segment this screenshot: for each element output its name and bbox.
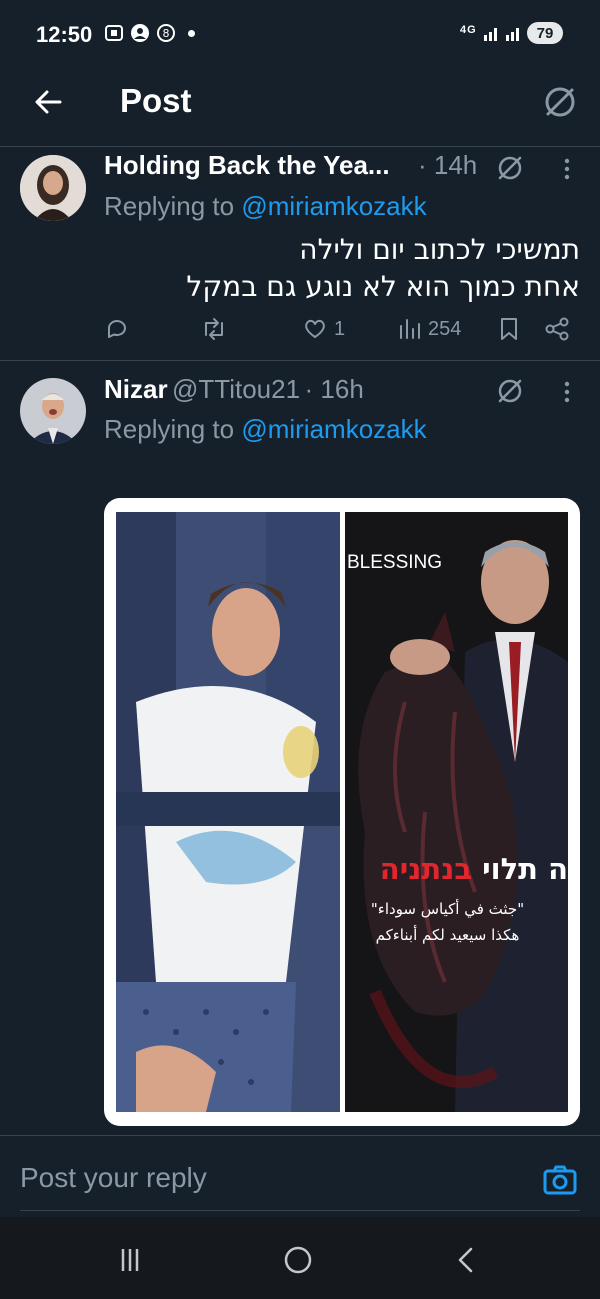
share-button[interactable] [544,316,570,342]
home-icon[interactable] [276,1238,320,1282]
repost-button[interactable] [200,316,234,342]
replying-prefix: Replying to [104,414,242,444]
grok-icon[interactable] [540,82,580,122]
like-button[interactable]: 1 [302,316,345,342]
reply-icon [104,316,130,342]
media-caption-ar-2: هكذا سيعيد لكم أبناءكم [375,926,520,944]
signal-bars-icon [482,24,526,42]
page-title: Post [120,82,192,119]
share-icon [544,316,570,342]
author-name[interactable]: Nizar [104,374,168,404]
notification-icon: 8 [156,23,176,43]
media-photo-left [116,512,340,1112]
replying-prefix: Replying to [104,191,242,221]
author-handle[interactable]: @TTitou21 [172,374,300,404]
author-line: Nizar @TTitou21 · 16h [104,374,364,405]
tweet-text-line: אחת כמוך הוא לא נוגע גם במקל [186,270,580,303]
views-icon [398,316,422,342]
media-caption-he-red: בנתניה [379,852,473,886]
repost-icon [200,316,228,342]
avatar[interactable] [20,155,86,221]
reply-bar-divider [0,1135,600,1136]
status-dot-icon [188,30,195,37]
grok-icon[interactable] [494,152,526,184]
post-time: · 16h [304,374,364,404]
svg-text:8: 8 [163,27,170,40]
views-button[interactable]: 254 [398,316,461,342]
avatar[interactable] [20,378,86,444]
media-caption-he-white: ה תלוי [472,852,568,886]
reply-input-underline [20,1210,580,1211]
recent-apps-icon[interactable] [108,1238,152,1282]
camera-icon[interactable] [540,1160,580,1200]
media-caption-ar-1: "جثث في أكياس سوداء" [370,900,525,918]
views-count: 254 [428,317,462,340]
more-options-icon[interactable] [555,154,579,184]
signal-indicator: 4G [460,24,526,42]
bookmark-button[interactable] [498,316,520,342]
replying-handle-link[interactable]: @miriamkozakk [241,414,426,444]
replying-handle-link[interactable]: @miriamkozakk [241,191,426,221]
author-name[interactable]: Holding Back the Yea... [104,150,390,181]
replying-to: Replying to @miriamkozakk [104,191,427,222]
tweet-divider [0,360,600,361]
reply-button[interactable] [104,316,136,342]
reply-input[interactable]: Post your reply [20,1162,207,1194]
back-arrow-icon[interactable] [28,82,68,122]
media-caption-en: BLESSING [347,552,443,573]
more-options-icon[interactable] [555,377,579,407]
bookmark-icon [498,316,520,342]
media-caption-he: ה תלוי בנתניה [345,852,568,886]
like-count: 1 [334,317,346,340]
screenshot-icon [104,23,124,43]
replying-to: Replying to @miriamkozakk [104,414,427,445]
post-time: · 14h [418,150,478,180]
account-icon [130,23,150,43]
network-label: 4G [460,24,477,36]
grok-icon[interactable] [494,375,526,407]
heart-icon [302,316,328,342]
tweet-media-image[interactable]: BLESSING ה תלוי בנתניה "جثث في أكياس سود… [104,498,580,1126]
tweet-text-line: תמשיכי לכתוב יום ולילה [299,233,580,266]
status-time: 12:50 [36,22,93,47]
back-nav-icon[interactable] [444,1238,488,1282]
media-photo-right: BLESSING ה תלוי בנתניה "جثث في أكياس سود… [345,512,568,1112]
battery-indicator: 79 [527,22,563,44]
